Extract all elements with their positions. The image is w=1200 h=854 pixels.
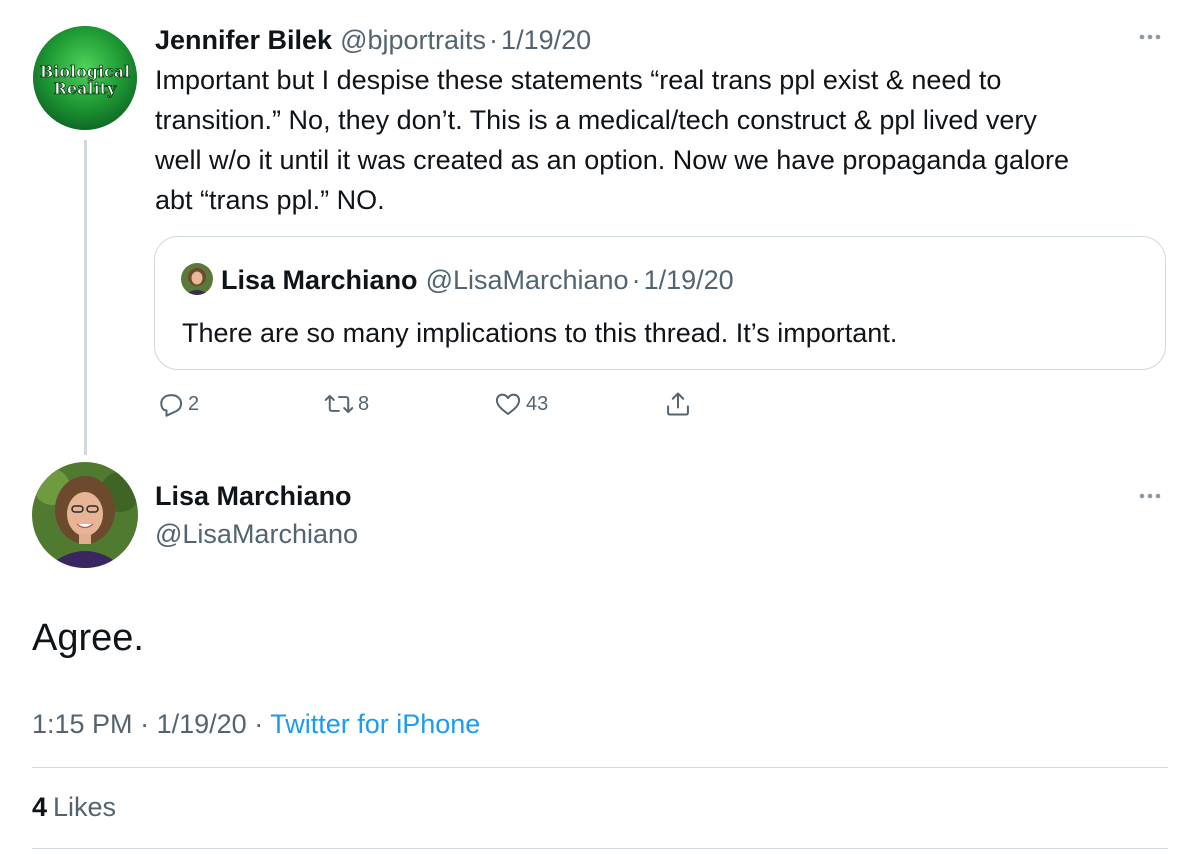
jennifer-bilek-avatar[interactable]: Biological Reality	[33, 26, 137, 130]
quote-tweet-text: There are so many implications to this t…	[182, 318, 898, 348]
parent-author-handle[interactable]: @bjportraits	[340, 25, 486, 56]
divider	[32, 848, 1168, 849]
lisa-marchiano-avatar[interactable]	[32, 462, 138, 568]
main-tweet-text: Agree.	[32, 617, 144, 659]
reply-icon	[160, 394, 183, 417]
tweet-time[interactable]: 1:15 PM	[32, 709, 133, 739]
separator-dot: ·	[254, 709, 264, 739]
tweet-thread-page: Biological Reality Jennifer Bilek @bjpor…	[0, 0, 1200, 854]
divider	[32, 767, 1168, 768]
parent-author-row: Jennifer Bilek @bjportraits · 1/19/20	[155, 22, 591, 58]
parent-tweet-date[interactable]: 1/19/20	[501, 25, 591, 56]
share-button[interactable]	[664, 388, 692, 420]
retweet-count: 8	[358, 392, 370, 415]
like-button[interactable]: 43	[494, 388, 548, 420]
quote-author-name: Lisa Marchiano	[221, 264, 418, 295]
reply-count: 2	[188, 392, 200, 415]
separator-dot: ·	[140, 709, 150, 739]
tweet-source-link[interactable]: Twitter for iPhone	[270, 709, 480, 739]
more-icon[interactable]	[1138, 492, 1162, 500]
like-count: 43	[526, 392, 549, 415]
likes-label: Likes	[53, 792, 117, 822]
tweet-date[interactable]: 1/19/20	[157, 709, 247, 739]
parent-author-name[interactable]: Jennifer Bilek	[155, 25, 332, 56]
thread-connector-line	[84, 140, 87, 455]
tweet-metadata: 1:15 PM · 1/19/20 · Twitter for iPhone	[32, 706, 480, 742]
main-author-handle[interactable]: @LisaMarchiano	[155, 516, 358, 552]
separator-dot: ·	[631, 264, 641, 295]
parent-tweet-text-line: well w/o it until it was created as an o…	[155, 145, 1070, 175]
separator-dot: ·	[489, 24, 499, 55]
like-icon	[495, 393, 521, 415]
quote-author-row: Lisa Marchiano @LisaMarchiano · 1/19/20	[221, 263, 734, 297]
parent-tweet-text-line: Important but I despise these statements…	[155, 65, 1002, 95]
main-author-name[interactable]: Lisa Marchiano	[155, 478, 352, 514]
retweet-icon	[324, 394, 354, 414]
parent-tweet-text: Important but I despise these statements…	[155, 60, 1165, 220]
more-icon[interactable]	[1138, 33, 1162, 41]
avatar-logo-text-2: Reality	[54, 79, 117, 98]
share-icon	[667, 392, 689, 416]
parent-tweet-text-line: abt “trans ppl.” NO.	[155, 185, 385, 215]
parent-action-bar: 2 8 43	[156, 388, 716, 420]
likes-stat[interactable]: 4 Likes	[32, 789, 116, 825]
quote-author-handle: @LisaMarchiano	[425, 264, 629, 295]
reply-button[interactable]: 2	[156, 388, 199, 420]
likes-count: 4	[32, 792, 48, 822]
quote-author-avatar	[181, 263, 213, 295]
quote-tweet-date: 1/19/20	[643, 264, 734, 295]
parent-tweet-text-line: transition.” No, they don’t. This is a m…	[155, 105, 1037, 135]
quoted-tweet-card[interactable]: Lisa Marchiano @LisaMarchiano · 1/19/20 …	[154, 236, 1166, 370]
retweet-button[interactable]: 8	[324, 388, 369, 420]
